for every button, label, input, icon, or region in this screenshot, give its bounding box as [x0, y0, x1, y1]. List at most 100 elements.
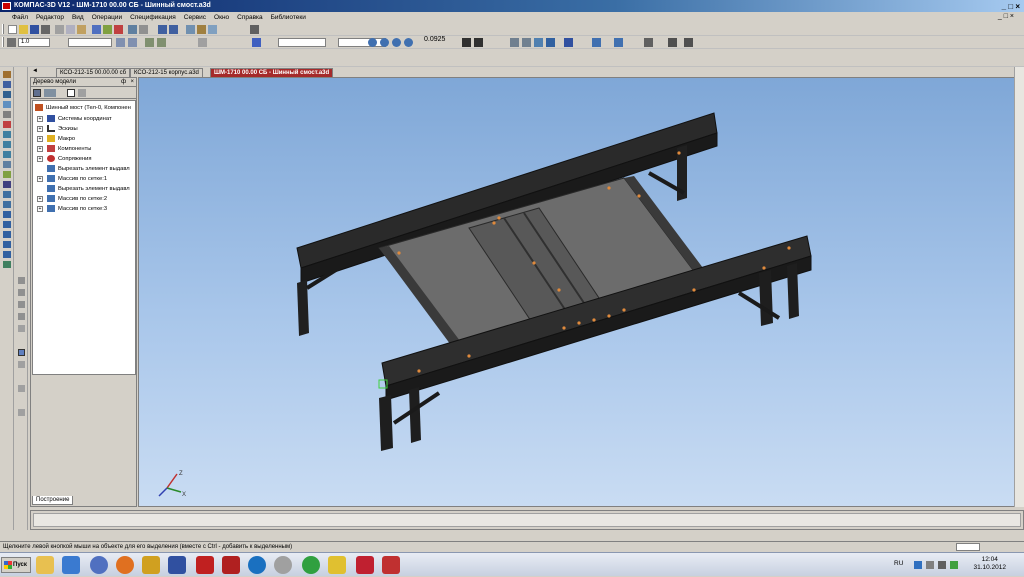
- network-icon[interactable]: [926, 561, 934, 569]
- op-extrude-icon[interactable]: [18, 277, 25, 284]
- tree-sort-icon[interactable]: [44, 89, 56, 97]
- op-select-icon[interactable]: [18, 349, 25, 356]
- expand-icon[interactable]: +: [37, 146, 43, 152]
- snap-icon[interactable]: [145, 38, 154, 47]
- app-k-icon[interactable]: [248, 556, 266, 574]
- shaded-icon[interactable]: [546, 38, 555, 47]
- ie-icon[interactable]: [62, 556, 80, 574]
- cursor-coords-icon[interactable]: [252, 38, 261, 47]
- op-sweep-icon[interactable]: [18, 301, 25, 308]
- menu-operations[interactable]: Операции: [88, 14, 126, 21]
- save-icon[interactable]: [30, 25, 39, 34]
- menu-service[interactable]: Сервис: [180, 14, 210, 21]
- expand-icon[interactable]: +: [37, 176, 43, 182]
- expand-icon[interactable]: +: [37, 136, 43, 142]
- player-icon[interactable]: [90, 556, 108, 574]
- op-hole-icon[interactable]: [18, 385, 25, 392]
- tray-status-icon[interactable]: [950, 561, 958, 569]
- grid-icon[interactable]: [208, 25, 217, 34]
- spec-icon[interactable]: [128, 25, 137, 34]
- zoom-field[interactable]: 0.0925: [424, 36, 452, 43]
- clock[interactable]: 12:04 31.10.2012: [973, 556, 1006, 572]
- toolbar-grip[interactable]: [2, 24, 4, 34]
- op-cut-icon[interactable]: [18, 361, 25, 368]
- db-icon[interactable]: [197, 25, 206, 34]
- expand-icon[interactable]: +: [37, 116, 43, 122]
- array-tool-icon[interactable]: [3, 151, 11, 158]
- local-cs-icon[interactable]: [198, 38, 207, 47]
- assembly-tool-icon[interactable]: [3, 111, 11, 118]
- firefox-icon[interactable]: [116, 556, 134, 574]
- op-fillet-icon[interactable]: [18, 325, 25, 332]
- close-icon[interactable]: ×: [130, 78, 134, 87]
- explorer-icon[interactable]: [36, 556, 54, 574]
- wireframe-icon[interactable]: [510, 38, 519, 47]
- menu-view[interactable]: Вид: [68, 14, 88, 21]
- new-file-icon[interactable]: [8, 25, 17, 34]
- word-icon[interactable]: [168, 556, 186, 574]
- tab-kso-body[interactable]: КСО-212-15 корпус.a3d: [130, 68, 203, 77]
- mark-tool-icon[interactable]: [3, 241, 11, 248]
- toolbar-grip[interactable]: [2, 37, 4, 47]
- coord-x-field[interactable]: [278, 38, 326, 47]
- menu-help[interactable]: Справка: [233, 14, 267, 21]
- orientation-icon[interactable]: [614, 38, 623, 47]
- help-icon[interactable]: [250, 25, 259, 34]
- tab-kso-assembly[interactable]: КСО-212-15 00.00.00 сб: [56, 68, 131, 77]
- dimension-tool-icon[interactable]: [3, 91, 11, 98]
- menu-window[interactable]: Окно: [210, 14, 233, 21]
- lib-tool-icon[interactable]: [3, 231, 11, 238]
- sketch-tool-icon[interactable]: [3, 131, 11, 138]
- sheet-tool-icon[interactable]: [3, 171, 11, 178]
- report-icon[interactable]: [139, 25, 148, 34]
- section-icon[interactable]: [644, 38, 653, 47]
- halftone-icon[interactable]: [534, 38, 543, 47]
- language-indicator[interactable]: RU: [894, 560, 903, 567]
- undo-icon[interactable]: [158, 25, 167, 34]
- expand-icon[interactable]: +: [37, 206, 43, 212]
- layer-tool-icon[interactable]: [3, 221, 11, 228]
- acrobat-icon[interactable]: [196, 556, 214, 574]
- zoom-window-icon[interactable]: [368, 38, 377, 47]
- expand-icon[interactable]: +: [37, 196, 43, 202]
- paste-icon[interactable]: [77, 25, 86, 34]
- diagnostic-tool-icon[interactable]: [3, 181, 11, 188]
- menu-specification[interactable]: Спецификация: [126, 14, 180, 21]
- media-icon[interactable]: [274, 556, 292, 574]
- menu-libraries[interactable]: Библиотеки: [267, 14, 310, 21]
- hidden-lines-icon[interactable]: [522, 38, 531, 47]
- tabs-scroll-left-icon[interactable]: ◄: [32, 68, 38, 74]
- start-button[interactable]: Пуск: [1, 557, 31, 573]
- library-icon[interactable]: [114, 25, 123, 34]
- tray-app-icon[interactable]: [914, 561, 922, 569]
- mate-tool-icon[interactable]: [3, 201, 11, 208]
- filter-icon[interactable]: [684, 38, 693, 47]
- styles-icon[interactable]: [128, 38, 137, 47]
- perspective-icon[interactable]: [592, 38, 601, 47]
- tab-shm-assembly[interactable]: ШМ-1710 00.00 СБ - Шинный смост.a3d: [210, 68, 334, 77]
- model-viewport[interactable]: Z X: [138, 77, 1024, 507]
- surface-tool-icon[interactable]: [3, 141, 11, 148]
- aux-geom-tool-icon[interactable]: [3, 161, 11, 168]
- copy-icon[interactable]: [66, 25, 75, 34]
- pin-icon[interactable]: ф: [121, 78, 126, 87]
- print-icon[interactable]: [41, 25, 50, 34]
- manager-icon[interactable]: [186, 25, 195, 34]
- zoom-out-icon[interactable]: [392, 38, 401, 47]
- properties-icon[interactable]: [92, 25, 101, 34]
- op-revolve-icon[interactable]: [18, 289, 25, 296]
- layers-icon[interactable]: [116, 38, 125, 47]
- annotation-tool-icon[interactable]: [3, 251, 11, 258]
- menu-edit[interactable]: Редактор: [32, 14, 68, 21]
- spec-tool-icon[interactable]: [3, 121, 11, 128]
- app-arrow-icon[interactable]: [356, 556, 374, 574]
- pan-icon[interactable]: [462, 38, 471, 47]
- display-icon[interactable]: [668, 38, 677, 47]
- tree-view-icon[interactable]: [67, 89, 75, 97]
- vertical-scrollbar[interactable]: [1014, 67, 1024, 507]
- open-folder-icon[interactable]: [19, 25, 28, 34]
- mdi-controls[interactable]: _ □ ×: [994, 13, 1018, 20]
- tree-filter-icon[interactable]: [78, 89, 86, 97]
- op-rib-icon[interactable]: [18, 409, 25, 416]
- expand-icon[interactable]: +: [37, 126, 43, 132]
